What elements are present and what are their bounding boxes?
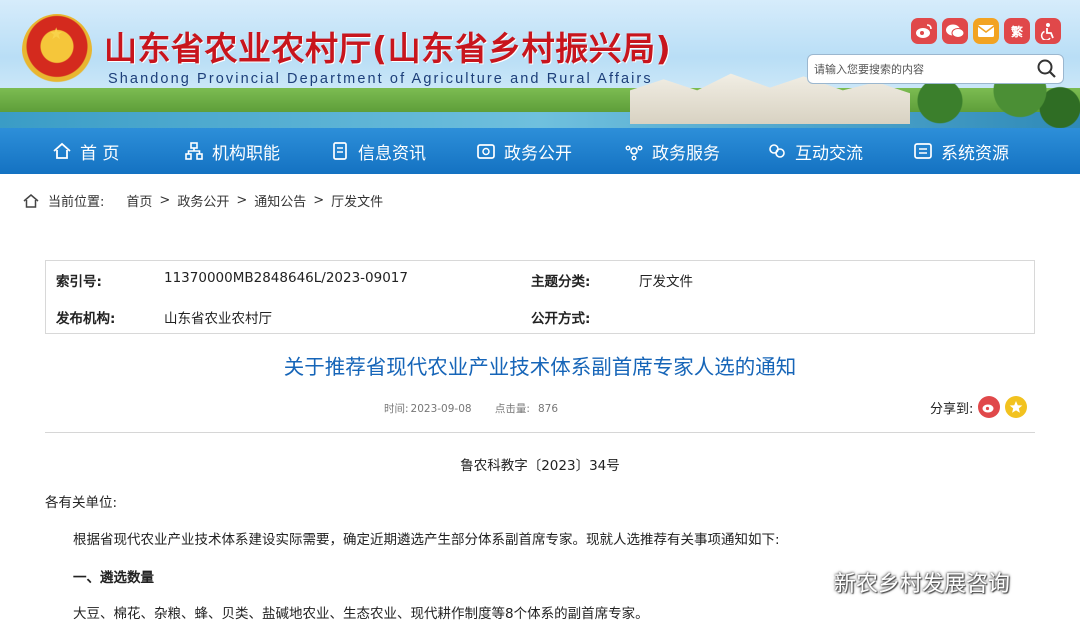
nav-item-resources[interactable]: 系统资源 (913, 128, 1009, 174)
resources-icon (913, 141, 933, 161)
breadcrumb-separator: > (313, 193, 325, 208)
nav-item-interaction[interactable]: 互动交流 (767, 128, 863, 174)
breadcrumb-link-notices[interactable]: 通知公告 (254, 191, 306, 210)
share-bar: 分享到: (930, 396, 1028, 418)
gov-icon (476, 141, 496, 161)
document-icon (330, 141, 350, 161)
wechat-watermark: 新农乡村发展咨询 (788, 566, 1010, 598)
topic-value: 厅发文件 (639, 274, 693, 290)
article-title: 关于推荐省现代农业产业技术体系副首席专家人选的通知 (283, 355, 797, 379)
nav-item-gov-service[interactable]: 政务服务 (624, 128, 720, 174)
social-links: 繁 (911, 18, 1061, 44)
open-method-key: 公开方式: (531, 311, 591, 327)
home-icon (52, 141, 72, 161)
issuer-key: 发布机构: (56, 311, 116, 327)
salutation: 各有关单位: (45, 495, 118, 511)
main-nav: 首 页 机构职能 信息资讯 政务公开 政务服务 互动交流 系统资源 (0, 128, 1080, 174)
emblem-star-icon: ★ (49, 24, 64, 43)
weibo-share-icon[interactable] (978, 396, 1001, 418)
nav-item-news[interactable]: 信息资讯 (330, 128, 426, 174)
wechat-icon[interactable] (942, 18, 968, 44)
issuer-value: 山东省农业农村厅 (164, 311, 272, 327)
breadcrumb-separator: > (236, 193, 248, 208)
time-value: 2023-09-08 (410, 403, 472, 415)
org-icon (184, 141, 204, 161)
search-box (807, 54, 1064, 84)
service-icon (624, 141, 644, 161)
home-icon (22, 192, 40, 210)
nav-item-org[interactable]: 机构职能 (184, 128, 280, 174)
index-key: 索引号: (56, 274, 102, 290)
accessibility-icon[interactable] (1035, 18, 1061, 44)
nav-label: 信息资讯 (358, 143, 426, 164)
breadcrumb-link-gov-open[interactable]: 政务公开 (177, 191, 229, 210)
article-divider (45, 432, 1035, 433)
breadcrumb-link-dept-documents[interactable]: 厅发文件 (331, 191, 383, 210)
watermark-text: 新农乡村发展咨询 (834, 572, 1011, 597)
breadcrumb: 当前位置: 首页 > 政务公开 > 通知公告 > 厅发文件 (22, 191, 383, 210)
article-meta: 时间: 2023-09-08 点击量: 876 (384, 401, 570, 416)
topic-key: 主题分类: (531, 274, 591, 290)
chat-icon (767, 141, 787, 161)
share-label: 分享到: (930, 401, 974, 417)
nav-label: 互动交流 (795, 143, 863, 164)
time-label: 时间: (384, 403, 409, 415)
paragraph-1: 根据省现代农业产业技术体系建设实际需要，确定近期遴选产生部分体系副首席专家。现就… (73, 532, 780, 548)
mail-icon[interactable] (973, 18, 999, 44)
weibo-icon[interactable] (911, 18, 937, 44)
nav-label: 首 页 (80, 143, 120, 164)
breadcrumb-link-home[interactable]: 首页 (126, 191, 152, 210)
nav-item-home[interactable]: 首 页 (52, 128, 119, 174)
clicks-value: 876 (537, 403, 559, 415)
nav-label: 系统资源 (941, 143, 1009, 164)
breadcrumb-separator: > (159, 193, 171, 208)
search-input[interactable] (814, 59, 1028, 79)
breadcrumb-label: 当前位置: (48, 195, 105, 210)
site-header: ★ 山东省农业农村厅(山东省乡村振兴局) Shandong Provincial… (0, 0, 1080, 128)
nav-label: 政务公开 (504, 143, 572, 164)
section-1-heading: 一、遴选数量 (73, 570, 154, 586)
site-subtitle: Shandong Provincial Department of Agricu… (108, 71, 653, 87)
document-info-table: 索引号: 11370000MB2848646L/2023-09017 主题分类:… (45, 260, 1035, 334)
section-1-text: 大豆、棉花、杂粮、蜂、贝类、盐碱地农业、生态农业、现代耕作制度等8个体系的副首席… (73, 606, 649, 622)
traditional-chinese-icon[interactable]: 繁 (1004, 18, 1030, 44)
search-icon[interactable] (1035, 58, 1059, 80)
nav-label: 政务服务 (652, 143, 720, 164)
nav-label: 机构职能 (212, 143, 280, 164)
qzone-share-icon[interactable] (1005, 396, 1028, 418)
doc-number: 鲁农科教字〔2023〕34号 (460, 458, 620, 474)
nav-item-gov-open[interactable]: 政务公开 (476, 128, 572, 174)
national-emblem-logo[interactable]: ★ (22, 14, 92, 86)
wechat-icon (788, 567, 830, 597)
clicks-label: 点击量: (494, 403, 530, 415)
site-title[interactable]: 山东省农业农村厅(山东省乡村振兴局) (104, 22, 671, 70)
index-value: 11370000MB2848646L/2023-09017 (164, 270, 408, 286)
